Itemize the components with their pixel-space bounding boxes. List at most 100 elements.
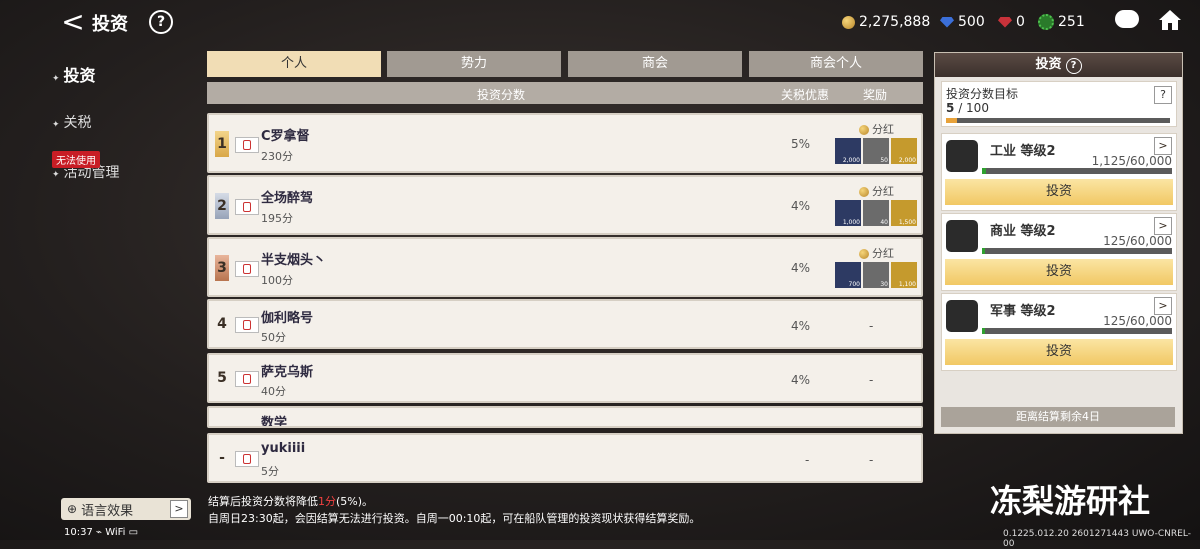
home-icon[interactable] [1158,8,1182,32]
goal-total: / 100 [958,101,989,115]
sector-value: 125/60,000 [1103,314,1172,328]
player-name: 半支烟头丶 [261,253,327,268]
invest-panel: 投资? 投资分数目标 5 / 100 ? 工业 等级2 > 1,125/60,0… [934,52,1183,434]
tab-faction[interactable]: 势力 [387,51,561,77]
gold-currency: 2,275,888 [842,12,930,32]
ranking-row-2[interactable]: 2 全场醉驾 195分 4% 分红 1,000 40 1,500 [207,175,923,235]
tab-guild-personal[interactable]: 商会个人 [749,51,923,77]
settlement-countdown: 距离结算剩余4日 [941,407,1175,427]
chat-icon[interactable] [1115,10,1139,28]
goal-value: 5 / 100 [946,101,989,115]
guild-flag-icon [235,261,259,277]
sector-progress-bar [982,248,1172,254]
bonus-label: 分红 [859,183,894,199]
helmet-icon [946,300,978,332]
sector-progress-fill [982,328,985,334]
red-gem-currency: 0 [998,12,1025,32]
help-icon[interactable]: ? [1154,86,1172,104]
sector-name: 军事 等级2 [990,304,1056,319]
column-reward: 奖励 [863,88,888,102]
reward-count: 50 [880,157,888,164]
ranking-row-3[interactable]: 3 半支烟头丶 100分 4% 分红 700 30 1,100 [207,237,923,297]
chevron-right-icon[interactable]: > [1154,137,1172,155]
rank-badge: 2 [215,193,229,219]
reward-count: 700 [848,281,860,288]
ranking-row-5[interactable]: 5 萨克乌斯 40分 4% - [207,353,923,403]
tax-discount: 4% [791,319,811,333]
tab-personal[interactable]: 个人 [207,51,381,77]
invest-military-button[interactable]: 投资 [945,339,1173,365]
green-amount: 251 [1058,14,1085,30]
reward-value: - [869,453,874,467]
back-button[interactable]: < [60,8,86,36]
tax-discount: - [805,453,810,467]
chevron-right-icon[interactable]: > [1154,297,1172,315]
bonus-text: 分红 [872,185,894,198]
ranking-row-partial[interactable]: 数学 [207,406,923,428]
reward-value: - [869,319,874,333]
sector-progress-fill [982,248,985,254]
status-bar: 10:37 ⌁ WiFi ▭ [64,527,139,538]
guild-flag-icon [235,137,259,153]
red-gem-amount: 0 [1016,14,1025,30]
coin-icon [859,187,869,197]
column-header: 投资分数 关税优惠 奖励 [207,82,923,104]
nav-invest[interactable]: ✦ 投资 [52,62,96,86]
blue-gem-icon [940,16,954,28]
language-effect-button[interactable]: ⊕ 语言效果 > [61,498,191,520]
sector-name: 工业 等级2 [990,144,1056,159]
player-score: 50分 [261,331,286,344]
tax-discount: 4% [791,199,811,213]
player-name: yukiiii [261,441,306,456]
footer-text: (5%)。 [336,495,374,508]
invest-industry-button[interactable]: 投资 [945,179,1173,205]
sector-progress-fill [982,168,986,174]
reward-count: 1,100 [898,281,916,288]
ranking-row-1[interactable]: 1 C罗拿督 230分 5% 分红 2,000 50 2,000 [207,113,923,173]
tax-discount: 4% [791,261,811,275]
bonus-label: 分红 [859,121,894,137]
player-name: C罗拿督 [261,129,310,144]
invest-commerce-button[interactable]: 投资 [945,259,1173,285]
sector-name: 商业 等级2 [990,224,1056,239]
my-ranking-row[interactable]: - yukiiii 5分 - - [207,433,923,483]
sector-progress-bar [982,168,1172,174]
gold-reward-icon: 2,000 [891,138,917,164]
nav-tax[interactable]: ✦ 关税 [52,112,92,132]
reward-count: 2,000 [842,157,860,164]
language-effect-label: 语言效果 [81,503,134,519]
goal-current: 5 [946,101,955,115]
panel-title: 投资 [1035,57,1062,72]
guild-flag-icon [235,371,259,387]
bonus-text: 分红 [872,123,894,136]
anvil-icon [946,140,978,172]
rank-badge: 3 [215,255,229,281]
rank-number: 5 [217,370,227,386]
ranking-row-4[interactable]: 4 伽利略号 50分 4% - [207,299,923,349]
gold-amount: 2,275,888 [859,14,931,30]
rank-number: - [219,450,225,466]
sector-value: 125/60,000 [1103,234,1172,248]
gold-reward-icon: 1,500 [891,200,917,226]
column-tax: 关税优惠 [781,88,830,102]
player-name: 全场醉驾 [261,191,314,206]
player-name: 萨克乌斯 [261,365,314,380]
score-goal: 投资分数目标 5 / 100 ? [941,81,1177,127]
player-name: 数学 [261,416,288,428]
guild-flag-icon [235,199,259,215]
player-score: 100分 [261,274,293,287]
reward-count: 1,000 [842,219,860,226]
help-icon[interactable]: ? [1065,58,1082,74]
reward-count: 30 [880,281,888,288]
sector-commerce: 商业 等级2 > 125/60,000 投资 [941,213,1177,291]
chevron-right-icon[interactable]: > [1154,217,1172,235]
player-score: 230分 [261,150,293,163]
player-score: 5分 [261,465,279,478]
reward-items: 1,000 40 1,500 [835,200,917,226]
footer-note-2: 自周日23:30起，会因结算无法进行投资。自周一00:10起，可在船队管理的投资… [208,512,701,525]
goal-progress-bar [946,118,1170,123]
watermark: 冻梨游研社 [990,482,1151,520]
chest-reward-icon: 40 [863,200,889,226]
help-icon[interactable]: ? [149,10,173,34]
tab-guild[interactable]: 商会 [568,51,742,77]
